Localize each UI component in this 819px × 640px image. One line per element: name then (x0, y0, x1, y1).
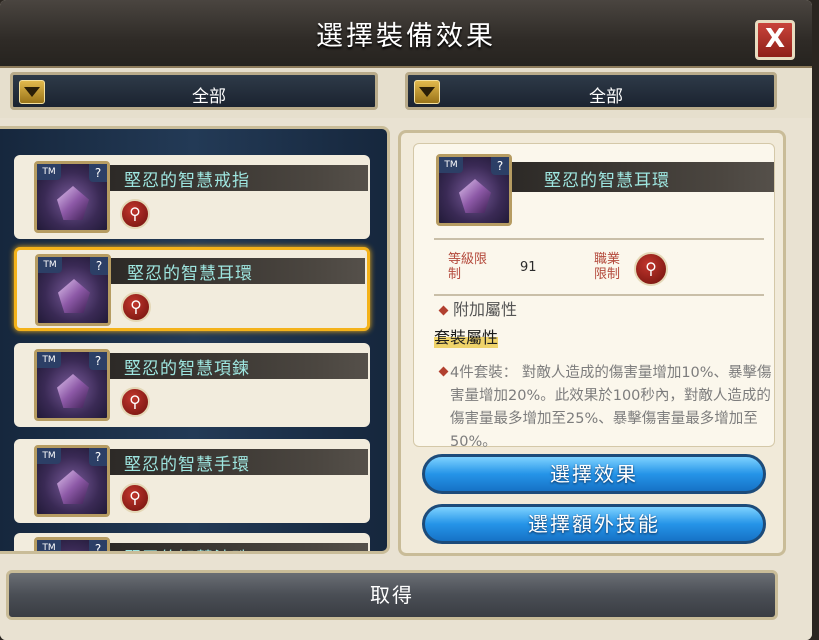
dropdown-arrow-icon (414, 80, 440, 104)
lock-icon: ? (89, 164, 107, 182)
set-attribute-heading: 套裝屬性 (434, 324, 499, 348)
tm-badge: TM (439, 157, 463, 173)
list-item[interactable]: 堅忍的智慧項鍊 TM ? ⚲ (14, 343, 370, 427)
earring-icon: TM ? (35, 254, 111, 326)
filter-bar: 全部 全部 (0, 68, 812, 118)
orb-icon: TM ? (34, 537, 110, 551)
lock-icon: ? (491, 157, 509, 175)
filter-dropdown-left[interactable]: 全部 (10, 72, 378, 110)
list-item[interactable]: 堅忍的智慧手環 TM ? ⚲ (14, 439, 370, 523)
job-restriction-icon: ⚲ (120, 387, 150, 417)
equipment-list[interactable]: 堅忍的智慧戒指 TM ? ⚲ 堅忍的智慧耳環 TM ? ⚲ 堅忍的智慧項鍊 TM (0, 126, 390, 554)
bullet-icon (438, 366, 449, 377)
item-name: 堅忍的智慧項鍊 (124, 359, 250, 379)
divider (434, 238, 764, 240)
bullet-icon (438, 305, 449, 316)
filter-value: 全部 (192, 87, 226, 107)
lock-icon: ? (89, 352, 107, 370)
title-bar: 選擇裝備效果 X (0, 0, 812, 68)
lock-icon: ? (89, 540, 107, 551)
lock-icon: ? (90, 257, 108, 275)
lock-icon: ? (89, 448, 107, 466)
job-restriction-icon: ⚲ (120, 199, 150, 229)
bottom-bar: 取得 (0, 560, 812, 640)
item-name: 堅忍的智慧手環 (124, 455, 250, 475)
job-restriction-icon: ⚲ (634, 252, 668, 286)
item-name: 堅忍的智慧法珠 (124, 544, 250, 551)
ring-icon: TM ? (34, 161, 110, 233)
close-button[interactable]: X (755, 20, 795, 60)
filter-value: 全部 (589, 87, 623, 107)
item-name: 堅忍的智慧耳環 (127, 264, 253, 284)
tm-badge: TM (37, 352, 61, 368)
earring-icon: TM ? (436, 154, 512, 226)
level-limit-label: 等級限制 (448, 252, 488, 282)
item-name: 堅忍的智慧戒指 (124, 171, 250, 191)
job-restriction-icon: ⚲ (121, 292, 151, 322)
set-attribute-description: 4件套裝： 對敵人造成的傷害量增加10%、暴擊傷害量增加20%。此效果於100秒… (450, 365, 772, 450)
dropdown-arrow-icon (19, 80, 45, 104)
job-limit-label: 職業 限制 (594, 252, 621, 282)
equipment-effect-dialog: 選擇裝備效果 X 全部 全部 堅忍的智慧戒指 TM ? ⚲ 堅忍的智慧耳環 TM… (0, 0, 812, 640)
item-detail-card: 堅忍的智慧耳環 TM ? 等級限制 91 職業 限制 ⚲ 附加屬性 套裝屬性 4件… (413, 143, 775, 450)
bracelet-icon: TM ? (34, 445, 110, 517)
list-item[interactable]: 堅忍的智慧戒指 TM ? ⚲ (14, 155, 370, 239)
tm-badge: TM (37, 540, 61, 551)
dialog-title: 選擇裝備效果 (316, 21, 496, 52)
level-limit-value: 91 (520, 260, 537, 275)
select-effect-button[interactable]: 選擇效果 (422, 454, 766, 494)
list-item-selected[interactable]: 堅忍的智慧耳環 TM ? ⚲ (14, 247, 370, 331)
tm-badge: TM (37, 164, 61, 180)
filter-dropdown-right[interactable]: 全部 (405, 72, 777, 110)
necklace-icon: TM ? (34, 349, 110, 421)
detail-item-name: 堅忍的智慧耳環 (544, 171, 670, 191)
job-restriction-icon: ⚲ (120, 483, 150, 513)
get-button[interactable]: 取得 (6, 570, 778, 620)
tm-badge: TM (38, 257, 62, 273)
select-extra-skill-button[interactable]: 選擇額外技能 (422, 504, 766, 544)
tm-badge: TM (37, 448, 61, 464)
list-item[interactable]: 堅忍的智慧法珠 TM ? (14, 533, 370, 551)
extra-attribute-heading: 附加屬性 (438, 296, 517, 320)
